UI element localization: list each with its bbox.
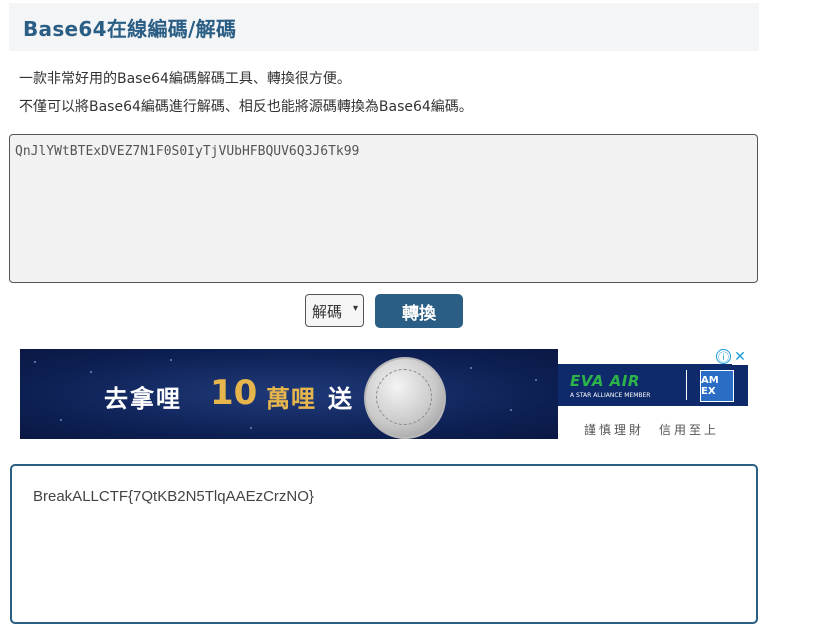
decor-dot — [535, 379, 537, 381]
ad-brand-box: EVA AIR A STAR ALLIANCE MEMBER AM EX — [558, 364, 748, 406]
ad-headline-1: 去拿哩 — [104, 385, 182, 413]
ad-banner[interactable]: 去拿哩 10 萬哩 送 EVA AIR A STAR ALLIANCE MEMB… — [20, 349, 748, 439]
decor-dot — [170, 359, 172, 361]
ad-info-icon[interactable]: ⓘ — [716, 349, 731, 364]
description-line-1: 一款非常好用的Base64編碼解碼工具、轉換很方便。 — [19, 71, 351, 87]
decor-dot — [250, 427, 252, 429]
eva-air-subtitle: A STAR ALLIANCE MEMBER — [570, 392, 651, 399]
ad-headline-3: 送 — [328, 385, 352, 413]
page-title: Base64在線編碼/解碼 — [23, 17, 237, 41]
ad-headline-2: 萬哩 — [266, 385, 316, 413]
decoded-output[interactable]: BreakALLCTF{7QtKB2N5TlqAAEzCrzNO} — [10, 464, 758, 624]
description-line-2: 不僅可以將Base64編碼進行解碼、相反也能將源碼轉換為Base64編碼。 — [19, 99, 473, 115]
decoded-output-text: BreakALLCTF{7QtKB2N5TlqAAEzCrzNO} — [33, 488, 314, 505]
eva-air-logo: EVA AIR — [570, 372, 640, 390]
amex-logo: AM EX — [700, 370, 734, 402]
brand-divider — [686, 370, 687, 400]
ad-close-icon[interactable]: ✕ — [732, 349, 748, 365]
base64-input[interactable]: QnJlYWtBTExDVEZ7N1F0S0IyTjVUbHFBQUV6Q3J6… — [9, 134, 758, 283]
ad-image[interactable]: 去拿哩 10 萬哩 送 — [20, 349, 558, 439]
chevron-down-icon: ▾ — [352, 303, 358, 314]
decor-dot — [510, 409, 512, 411]
decor-dot — [90, 371, 92, 373]
ad-tagline: 謹慎理財 信用至上 — [584, 423, 720, 437]
coin-rim — [376, 369, 432, 425]
decor-dot — [60, 419, 62, 421]
decor-dot — [34, 361, 36, 363]
title-bar: Base64在線編碼/解碼 — [9, 3, 759, 51]
ad-headline-number: 10 — [210, 373, 258, 413]
mode-select-value: 解碼 — [312, 303, 343, 321]
convert-button[interactable]: 轉換 — [375, 294, 463, 328]
decor-dot — [470, 367, 472, 369]
coin-image — [364, 357, 446, 439]
ad-brand-panel[interactable]: EVA AIR A STAR ALLIANCE MEMBER AM EX 謹慎理… — [558, 349, 748, 439]
mode-select[interactable]: 解碼 ▾ — [305, 294, 364, 327]
